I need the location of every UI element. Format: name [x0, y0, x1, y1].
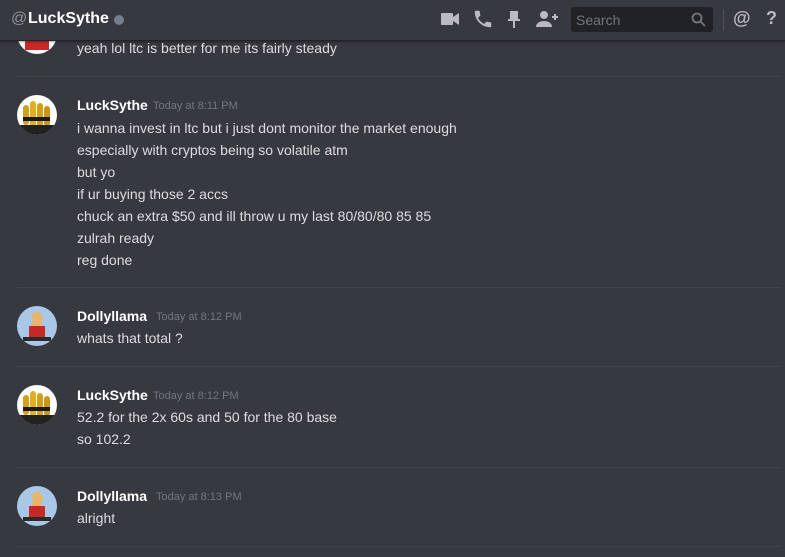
header-divider: [723, 9, 724, 31]
video-call-icon[interactable]: [440, 8, 462, 30]
message-divider: [17, 366, 780, 367]
message-author[interactable]: Dollyllama: [77, 308, 147, 324]
message-author[interactable]: Dollyllama: [77, 488, 147, 504]
message-divider: [17, 76, 780, 77]
help-button[interactable]: ?: [766, 8, 777, 29]
avatar[interactable]: [17, 95, 57, 135]
message-line: chuck an extra $50 and ill throw u my la…: [77, 208, 432, 224]
message-divider: [17, 546, 780, 547]
message-line: yeah lol ltc is better for me its fairly…: [77, 40, 337, 56]
message-line: if ur buying those 2 accs: [77, 186, 228, 202]
message-author[interactable]: LuckSythe: [77, 97, 148, 113]
message-line: whats that total ?: [77, 330, 183, 346]
message-line: zulrah ready: [77, 230, 155, 246]
message-divider: [17, 287, 780, 288]
message-line: but yo: [77, 164, 116, 180]
search-input[interactable]: [571, 7, 686, 32]
message-divider: [17, 467, 780, 468]
search-box[interactable]: [571, 7, 713, 32]
message-line: alright: [77, 510, 116, 526]
message-line: i wanna invest in ltc but i just dont mo…: [77, 120, 457, 136]
avatar[interactable]: [17, 486, 57, 526]
avatar[interactable]: [17, 306, 57, 346]
message-timestamp: Today at 8:13 PM: [156, 491, 242, 503]
message-author[interactable]: LuckSythe: [77, 387, 148, 403]
message-line: 52.2 for the 2x 60s and 50 for the 80 ba…: [77, 409, 337, 425]
add-friend-icon[interactable]: [535, 8, 558, 30]
message-timestamp: Today at 8:11 PM: [153, 100, 238, 112]
message-timestamp: Today at 8:12 PM: [156, 311, 242, 323]
mentions-button[interactable]: @: [733, 8, 751, 29]
pin-icon[interactable]: [505, 8, 527, 30]
search-icon: [691, 12, 706, 32]
channel-header: @ LuckSythe @ ?: [0, 0, 785, 41]
voice-call-icon[interactable]: [472, 8, 494, 30]
message-timestamp: Today at 8:12 PM: [153, 390, 239, 402]
message-line: so 102.2: [77, 431, 131, 447]
status-indicator: [114, 15, 124, 25]
message-line: reg done: [77, 252, 133, 268]
avatar[interactable]: [17, 385, 57, 425]
dm-at-icon: @: [11, 10, 28, 27]
channel-title: LuckSythe: [28, 10, 109, 27]
message-line: especially with cryptos being so volatil…: [77, 142, 348, 158]
